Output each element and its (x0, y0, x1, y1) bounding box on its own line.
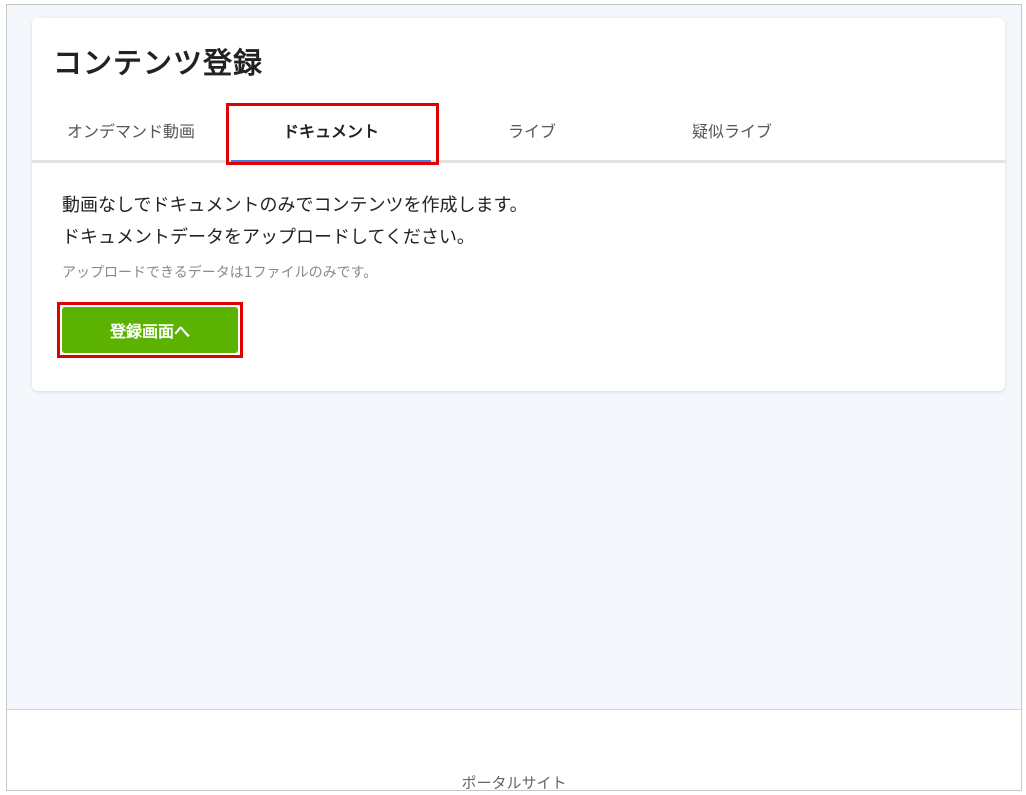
tab-bar: オンデマンド動画 ドキュメント ライブ 疑似ライブ (32, 110, 1005, 163)
footer: ポータルサイト (7, 709, 1021, 790)
app-window: コンテンツ登録 オンデマンド動画 ドキュメント ライブ 疑似ライブ 動画なしでド… (6, 4, 1022, 791)
portal-site-link[interactable]: ポータルサイト (7, 772, 1021, 790)
upload-note: アップロードできるデータは1ファイルのみです。 (62, 265, 378, 281)
tab-pseudo-live[interactable]: 疑似ライブ (662, 110, 802, 160)
content-registration-card: コンテンツ登録 オンデマンド動画 ドキュメント ライブ 疑似ライブ 動画なしでド… (32, 18, 1005, 391)
page-title: コンテンツ登録 (53, 46, 264, 80)
description-text: 動画なしでドキュメントのみでコンテンツを作成します。 ドキュメントデータをアップ… (62, 190, 528, 254)
tab-document[interactable]: ドキュメント (231, 110, 431, 163)
tab-live[interactable]: ライブ (462, 110, 602, 160)
description-line-1: 動画なしでドキュメントのみでコンテンツを作成します。 (62, 195, 528, 216)
register-screen-button[interactable]: 登録画面へ (62, 307, 238, 353)
tab-on-demand-video[interactable]: オンデマンド動画 (56, 110, 206, 160)
content-area: コンテンツ登録 オンデマンド動画 ドキュメント ライブ 疑似ライブ 動画なしでド… (7, 5, 1021, 709)
description-line-2: ドキュメントデータをアップロードしてください。 (62, 227, 475, 248)
